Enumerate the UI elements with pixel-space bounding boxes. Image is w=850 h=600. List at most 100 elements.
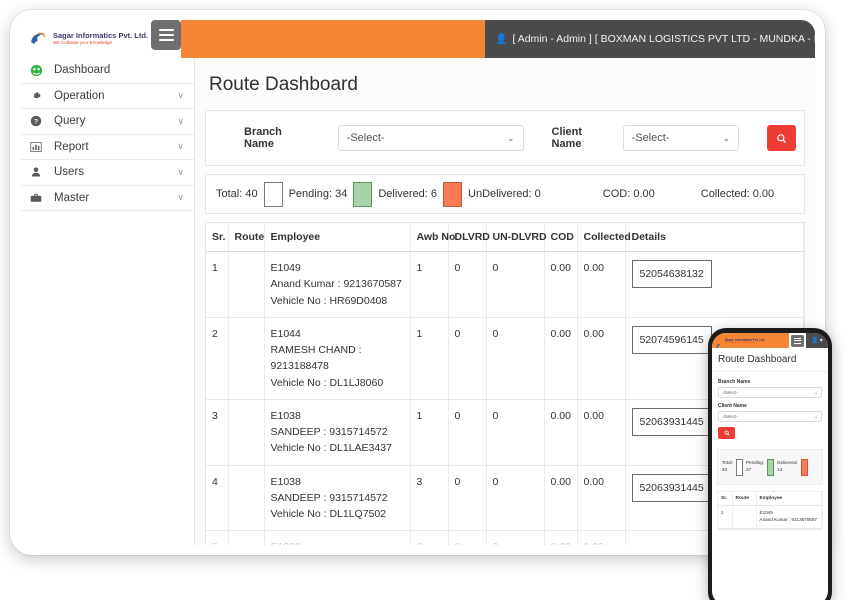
- mobile-col-route: Route: [732, 492, 757, 506]
- mobile-client-label: Client Name: [718, 403, 747, 409]
- cell-un-dlvrd: 0: [486, 465, 545, 532]
- cell-awb-no: 3: [410, 465, 449, 532]
- awb-chip[interactable]: 52054638132: [631, 260, 712, 289]
- awb-chip[interactable]: 52063931445: [631, 473, 712, 502]
- awb-chip-row: 52054638132: [631, 260, 798, 289]
- mobile-stat-delivered-value: 13: [777, 467, 783, 472]
- top-bar: Sagar Informatics Pvt. Ltd. We Cultivate…: [20, 20, 815, 58]
- gear-icon: [30, 90, 50, 102]
- col-awb-no: Awb No: [410, 223, 455, 252]
- cell-sr: 2: [206, 317, 229, 400]
- mobile-cell-employee: E1049 Anand Kumar : 9213670587: [756, 505, 822, 529]
- screenshot-stage: Sagar Informatics Pvt. Ltd. We Cultivate…: [0, 0, 850, 600]
- mobile-col-sr: Sr.: [718, 492, 733, 506]
- filter-panel: Branch Name -Select- ⌄ Client Name -Sele…: [205, 110, 805, 166]
- mobile-hamburger-icon[interactable]: [791, 334, 804, 347]
- desktop-device-frame: Sagar Informatics Pvt. Ltd. We Cultivate…: [10, 10, 825, 555]
- swatch-pending: [735, 458, 743, 476]
- mobile-route-table: Sr. Route Employee 1 E1049 Anand Kumar :…: [718, 492, 822, 529]
- cell-un-dlvrd: 0: [486, 317, 545, 400]
- search-button[interactable]: [767, 125, 797, 151]
- mobile-table-header-row: Sr. Route Employee: [718, 492, 822, 506]
- brand-tagline: We Cultivate your Knowledge: [53, 40, 112, 46]
- branch-name-select[interactable]: -Select- ⌄: [337, 125, 524, 151]
- mobile-stat-total: Total: 40: [722, 460, 733, 474]
- awb-chip[interactable]: 52063931445: [631, 407, 712, 437]
- mobile-branch-select[interactable]: -Select- ⌄: [718, 387, 822, 398]
- cell-awb-no: 1: [410, 399, 449, 466]
- mobile-device-frame: Sagar Informatics Pvt. Ltd. We Cultivate…: [708, 328, 832, 600]
- mobile-client-select[interactable]: -Select- ⌄: [718, 411, 822, 422]
- sidebar-item-label: Dashboard: [54, 64, 111, 77]
- cell-cod: 0.00: [544, 251, 578, 318]
- client-name-select[interactable]: -Select- ⌄: [622, 125, 740, 151]
- sidebar-item-operation[interactable]: Operation ∨: [20, 84, 194, 109]
- chevron-down-icon: ∨: [177, 192, 184, 203]
- swatch-delivered: [767, 458, 775, 476]
- account-text: [ Admin - Admin ] [ BOXMAN LOGISTICS PVT…: [512, 33, 815, 45]
- mobile-table-head: Sr. Route Employee: [718, 492, 822, 506]
- table-head: Sr. Route Employee Awb No DLVRD UN-DLVRD…: [206, 223, 804, 252]
- sidebar-item-users[interactable]: Users ∨: [20, 160, 194, 186]
- chevron-down-icon: ∨: [177, 115, 184, 126]
- mobile-table-row[interactable]: 1 E1049 Anand Kumar : 9213670587: [718, 505, 822, 529]
- cell-cod: 0.00: [544, 465, 578, 532]
- cell-dlvrd: 0: [448, 399, 487, 466]
- cell-route: [228, 530, 265, 545]
- cell-collected: 0.00: [577, 465, 626, 532]
- sidebar-item-master[interactable]: Master ∨: [20, 186, 194, 211]
- col-cod: COD: [544, 223, 578, 252]
- cell-route: [228, 465, 265, 532]
- mobile-stat-delivered-label: Delivered:: [777, 460, 798, 466]
- mobile-brand-logo[interactable]: Sagar Informatics Pvt. Ltd. We Cultivate…: [712, 333, 789, 348]
- cell-employee: E1038: [264, 530, 411, 545]
- chevron-down-icon: ∨: [177, 166, 184, 177]
- brand-logo[interactable]: Sagar Informatics Pvt. Ltd. We Cultivate…: [20, 20, 149, 58]
- cell-employee: E1044 RAMESH CHAND : 9213188478 Vehicle …: [264, 317, 411, 400]
- col-route: Route: [228, 223, 265, 252]
- mobile-search-button[interactable]: [718, 427, 735, 439]
- chevron-down-icon: ∨: [177, 90, 184, 101]
- mobile-top-bar: Sagar Informatics Pvt. Ltd. We Cultivate…: [712, 333, 828, 348]
- desktop-screen: Sagar Informatics Pvt. Ltd. We Cultivate…: [20, 20, 815, 545]
- mobile-cell-sr: 1: [718, 505, 733, 529]
- mobile-stat-pending: Pending: 27: [746, 460, 764, 474]
- sidebar-item-query[interactable]: ? Query ∨: [20, 109, 194, 135]
- chevron-down-icon: ⌄: [814, 389, 818, 395]
- mobile-col-employee: Employee: [756, 492, 822, 506]
- mobile-account-menu[interactable]: 👤 ▾: [806, 333, 828, 348]
- mobile-route-table-wrapper: Sr. Route Employee 1 E1049 Anand Kumar :…: [717, 491, 823, 530]
- sidebar-item-dashboard[interactable]: Dashboard: [20, 58, 194, 84]
- branch-name-label: Branch Name: [244, 126, 282, 150]
- table-header-row: Sr. Route Employee Awb No DLVRD UN-DLVRD…: [206, 223, 804, 252]
- account-bar[interactable]: 👤 [ Admin - Admin ] [ BOXMAN LOGISTICS P…: [485, 20, 815, 58]
- page-title: Route Dashboard: [195, 58, 815, 110]
- sidebar-item-report[interactable]: Report ∨: [20, 135, 194, 160]
- stat-pending: Pending: 34: [288, 188, 348, 200]
- mobile-stat-pending-label: Pending:: [745, 460, 765, 466]
- employee-name: Anand Kumar : 9213670587: [270, 278, 402, 291]
- brand-name: Sagar Informatics Pvt. Ltd.: [53, 31, 149, 41]
- mobile-client-value: -Select-: [722, 414, 738, 419]
- svg-text:?: ?: [34, 119, 38, 126]
- cell-awb-no: 1: [410, 251, 449, 318]
- stat-delivered: Delivered: 6: [378, 188, 438, 200]
- cell-employee: E1049 Anand Kumar : 9213670587 Vehicle N…: [264, 251, 411, 318]
- mobile-filter-form: Branch Name -Select- ⌄ Client Name -Sele…: [712, 372, 828, 443]
- cell-route: [228, 317, 265, 400]
- chart-icon: [30, 141, 50, 153]
- client-name-value: -Select-: [631, 132, 670, 144]
- cell-sr: 5: [206, 530, 229, 545]
- table-row[interactable]: 1 E1049 Anand Kumar : 9213670587 Vehicle…: [206, 251, 804, 318]
- swatch-undelivered: [800, 458, 808, 476]
- hamburger-icon[interactable]: [151, 20, 181, 50]
- cell-awb-no: 3: [410, 530, 449, 545]
- sidebar-item-label: Master: [54, 191, 90, 204]
- col-un-dlvrd: UN-DLVRD: [486, 223, 547, 252]
- cell-dlvrd: 0: [448, 530, 487, 545]
- swatch-pending: [263, 181, 283, 207]
- stat-cod: COD: 0.00: [602, 188, 655, 200]
- sidebar-item-label: Users: [54, 166, 85, 179]
- awb-chip[interactable]: 52074596145: [631, 325, 712, 355]
- col-sr: Sr.: [206, 223, 229, 252]
